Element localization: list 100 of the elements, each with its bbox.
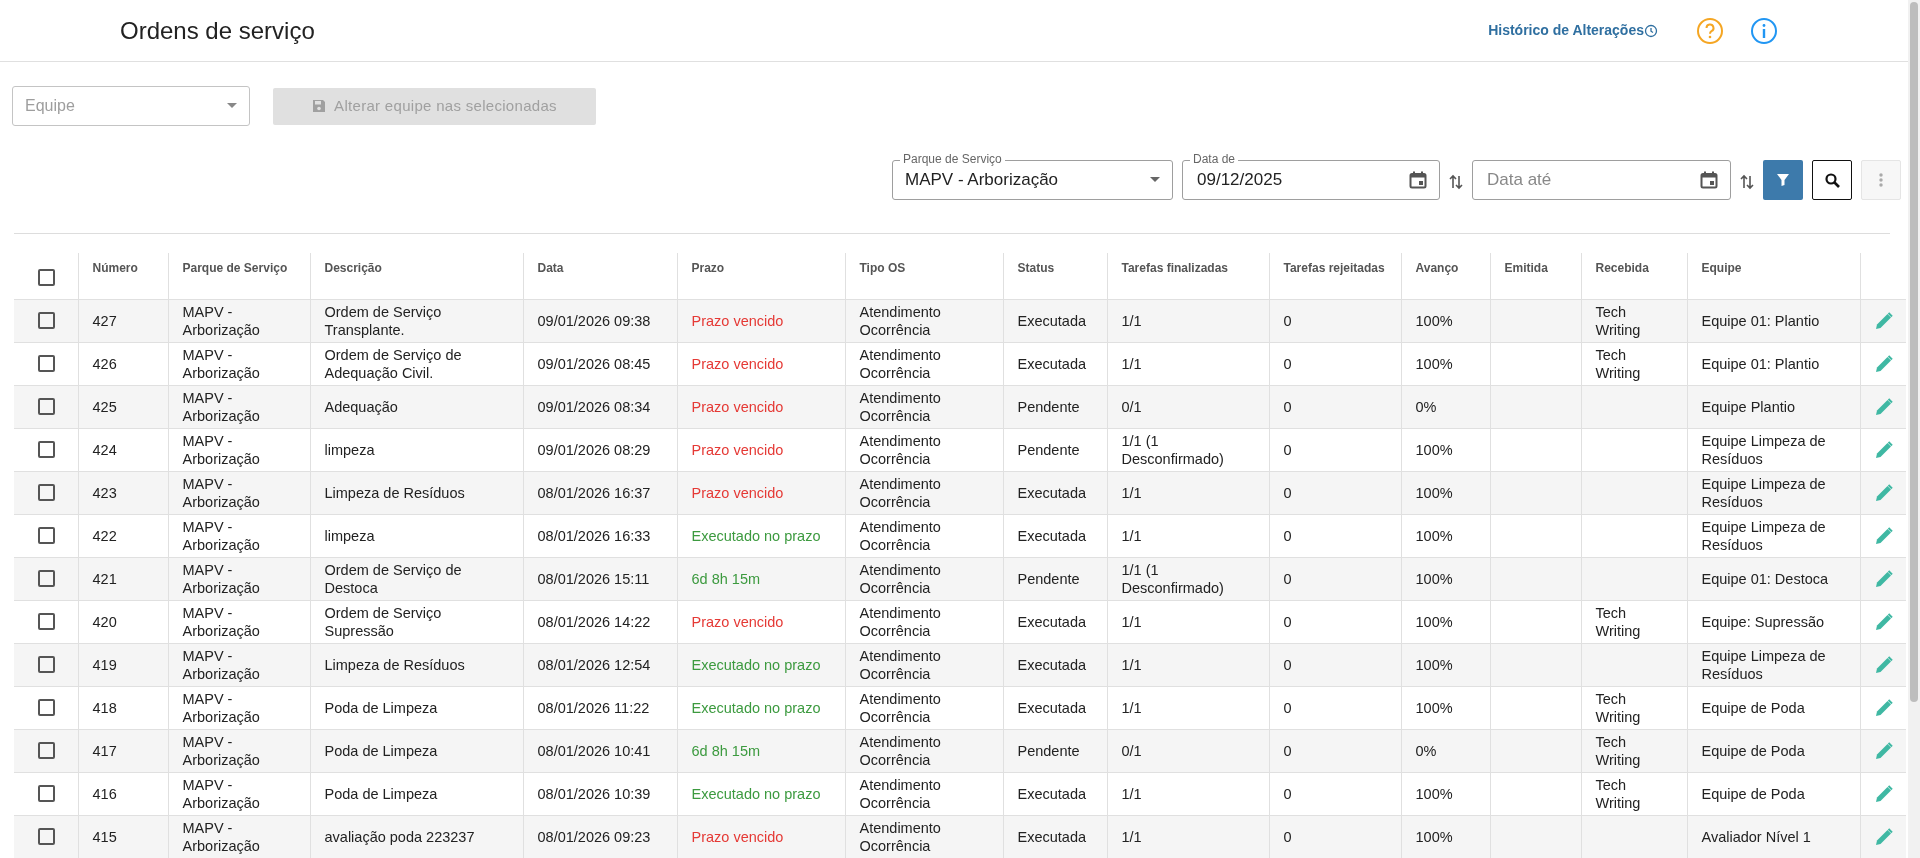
table-cell: Tech Writing	[1595, 690, 1641, 725]
history-link[interactable]: Histórico de Alterações	[1488, 20, 1658, 41]
calendar-icon[interactable]	[1700, 171, 1718, 189]
checkbox[interactable]	[38, 570, 56, 587]
table-cell: MAPV - Arborização	[182, 604, 260, 639]
table-cell: 100%	[1415, 355, 1453, 372]
calendar-icon[interactable]	[1409, 171, 1427, 189]
table-cell: 426	[92, 355, 117, 372]
table-cell: MAPV - Arborização	[182, 518, 260, 553]
table-cell: Equipe de Poda	[1701, 742, 1805, 759]
table-cell: Atendimento Ocorrência	[859, 690, 941, 725]
table-cell: Executada	[1017, 613, 1087, 630]
table-cell: 415	[92, 828, 117, 845]
table-cell: 0	[1283, 527, 1292, 544]
table-cell: 0%	[1415, 398, 1437, 415]
table-cell: Atendimento Ocorrência	[859, 604, 941, 639]
caret-icon	[227, 103, 237, 109]
table-cell: 09/01/2026 08:45	[537, 355, 651, 372]
checkbox[interactable]	[38, 269, 56, 287]
table-cell: Executada	[1017, 484, 1087, 501]
checkbox[interactable]	[38, 355, 56, 372]
table-cell: 1/1	[1121, 527, 1142, 544]
deadline-text: Prazo vencido	[691, 828, 784, 845]
checkbox[interactable]	[38, 828, 56, 846]
table-cell: 0	[1283, 742, 1292, 759]
checkbox[interactable]	[38, 785, 56, 802]
deadline-text: Prazo vencido	[691, 613, 784, 630]
table-cell: 0	[1283, 312, 1292, 329]
table-cell: 08/01/2026 15:11	[537, 570, 650, 587]
table-cell: Pendente	[1017, 441, 1080, 458]
date-input[interactable]: 09/12/2025	[1195, 166, 1409, 194]
date-to-field[interactable]: Data até	[1472, 160, 1731, 200]
table-cell: Tech Writing	[1595, 733, 1641, 768]
checkbox[interactable]	[38, 742, 56, 759]
table-cell: Pendente	[1017, 742, 1080, 759]
table-cell: 09/01/2026 08:34	[537, 398, 651, 415]
table-cell: MAPV - Arborização	[182, 776, 260, 811]
checkbox[interactable]	[38, 613, 56, 630]
checkbox[interactable]	[38, 484, 56, 501]
info-icon[interactable]	[1750, 16, 1778, 45]
table-cell: 100%	[1415, 785, 1453, 802]
clock-icon	[1644, 23, 1658, 38]
table-cell: Pendente	[1017, 398, 1080, 415]
table-cell: 100%	[1415, 699, 1453, 716]
checkbox[interactable]	[38, 699, 56, 716]
table-cell: 0	[1283, 656, 1292, 673]
sort-icon[interactable]	[1449, 174, 1463, 190]
column-header: Tipo OS	[859, 261, 906, 275]
column-header: Tarefas finalizadas	[1121, 261, 1228, 275]
table-cell: 424	[92, 441, 117, 458]
table-cell: Atendimento Ocorrência	[859, 346, 941, 381]
table-cell: Ordem de Serviço Supressão	[324, 604, 442, 639]
date-input[interactable]: Data até	[1485, 166, 1700, 194]
checkbox[interactable]	[38, 312, 56, 329]
column-header: Número	[92, 261, 138, 275]
table-cell: Pendente	[1017, 570, 1080, 587]
sort-icon[interactable]	[1740, 174, 1754, 190]
table-cell: 1/1	[1121, 312, 1142, 329]
table-cell: Executada	[1017, 656, 1087, 673]
table-cell: 100%	[1415, 613, 1453, 630]
table-cell: Executada	[1017, 699, 1087, 716]
table-cell: 100%	[1415, 441, 1453, 458]
scrollbar[interactable]	[1908, 0, 1920, 858]
table-cell: Equipe 01: Destoca	[1701, 570, 1829, 587]
table-cell: 420	[92, 613, 117, 630]
table-cell: Atendimento Ocorrência	[859, 303, 941, 338]
deadline-text: 6d 8h 15m	[691, 570, 761, 587]
table-cell: 1/1	[1121, 656, 1142, 673]
table-cell: 0/1	[1121, 742, 1142, 759]
table-cell: 421	[92, 570, 117, 587]
table-cell: MAPV - Arborização	[182, 346, 260, 381]
table-cell: Ordem de Serviço de Adequação Civil.	[324, 346, 462, 381]
table-cell: 427	[92, 312, 117, 329]
table-cell: 1/1 (1 Desconfirmado)	[1121, 432, 1224, 467]
table-cell: 0	[1283, 570, 1292, 587]
checkbox[interactable]	[38, 398, 56, 415]
table-cell: Atendimento Ocorrência	[859, 389, 941, 424]
table-cell: Equipe Limpeza de Resíduos	[1701, 647, 1826, 682]
search-button[interactable]	[1812, 160, 1852, 200]
table-cell: Poda de Limpeza	[324, 742, 438, 759]
checkbox[interactable]	[38, 441, 56, 458]
table-cell: MAPV - Arborização	[182, 303, 260, 338]
table-cell: 417	[92, 742, 117, 759]
deadline-text: Prazo vencido	[691, 484, 784, 501]
table-cell: 425	[92, 398, 117, 415]
table-cell: Limpeza de Resíduos	[324, 484, 465, 501]
table-cell: Ordem de Serviço de Destoca	[324, 561, 462, 596]
table-cell: 0	[1283, 441, 1292, 458]
table-cell: MAPV - Arborização	[182, 647, 260, 682]
column-header: Descrição	[324, 261, 382, 275]
checkbox[interactable]	[38, 656, 56, 673]
deadline-text: Executado no prazo	[691, 527, 821, 544]
table-cell: MAPV - Arborização	[182, 432, 260, 467]
table-cell: 09/01/2026 09:38	[537, 312, 651, 329]
table-cell: 08/01/2026 14:22	[537, 613, 651, 630]
table-cell: 0	[1283, 484, 1292, 501]
table-cell: 1/1	[1121, 484, 1142, 501]
filter-button[interactable]	[1763, 160, 1803, 200]
checkbox[interactable]	[38, 527, 56, 544]
table-cell: 0	[1283, 613, 1292, 630]
